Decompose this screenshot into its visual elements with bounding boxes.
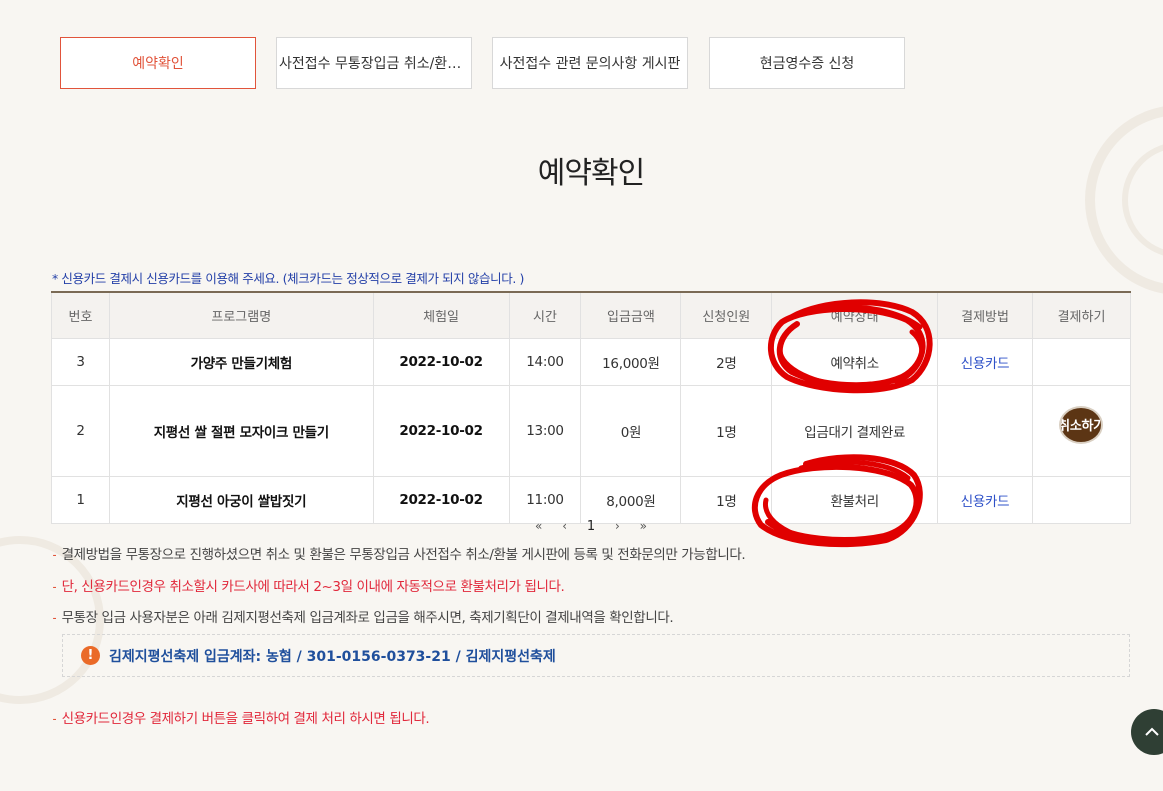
bullet-icon: ⁃ [52, 583, 57, 594]
tab-cash-receipt[interactable]: 현금영수증 신청 [709, 37, 905, 89]
row-no: 2 [51, 385, 110, 477]
tab-cancel-refund-board[interactable]: 사전접수 무통장입금 취소/환불 게시판 [276, 37, 472, 89]
header-pay-action: 결제하기 [1031, 291, 1132, 339]
table-header-row: 번호 프로그램명 체험일 시간 입금금액 신청인원 예약상태 결제방법 결제하기 [51, 291, 1132, 339]
header-status: 예약상태 [771, 291, 939, 339]
first-page-button[interactable]: « [535, 519, 542, 533]
current-page[interactable]: 1 [587, 519, 595, 534]
row-status: 예약취소 [771, 338, 939, 386]
row-amount: 8,000원 [580, 476, 682, 524]
row-pay-action [1031, 476, 1132, 524]
chevron-up-icon [1145, 727, 1159, 736]
header-amount: 입금금액 [580, 291, 682, 339]
row-pay-action [1031, 338, 1132, 386]
row-no: 1 [51, 476, 110, 524]
warning-icon: ! [81, 646, 100, 665]
note-card-refund: ⁃ 단, 신용카드인경우 취소할시 카드사에 따라서 2~3일 이내에 자동적으로… [52, 579, 565, 595]
reservation-table: 번호 프로그램명 체험일 시간 입금금액 신청인원 예약상태 결제방법 결제하기… [51, 291, 1132, 524]
header-no: 번호 [51, 291, 110, 339]
row-pay-method: 신용카드 [937, 338, 1033, 386]
row-program: 가양주 만들기체험 [108, 338, 374, 386]
next-page-button[interactable]: › [615, 519, 620, 533]
row-program: 지평선 쌀 절편 모자이크 만들기 [108, 385, 374, 477]
pagination: « ‹ 1 › » [0, 519, 1163, 534]
row-date: 2022-10-02 [372, 338, 510, 386]
row-no: 3 [51, 338, 110, 386]
table-row: 2 지평선 쌀 절편 모자이크 만들기 2022-10-02 13:00 0원 … [51, 385, 1132, 477]
cancel-button[interactable]: 취소하기 [1059, 405, 1104, 444]
row-time: 14:00 [508, 338, 582, 386]
row-date: 2022-10-02 [372, 476, 510, 524]
row-date: 2022-10-02 [372, 385, 510, 477]
tab-inquiry-board[interactable]: 사전접수 관련 문의사항 게시판 [492, 37, 688, 89]
header-people: 신청인원 [680, 291, 773, 339]
note-refund-board: ⁃ 결제방법을 무통장으로 진행하셨으면 취소 및 환불은 무통장입금 사전접수 … [52, 547, 746, 563]
account-info-text: 김제지평선축제 입금계좌: 농협 / 301-0156-0373-21 / 김제… [109, 648, 556, 665]
prev-page-button[interactable]: ‹ [562, 519, 567, 533]
header-date: 체험일 [372, 291, 510, 339]
row-people: 1명 [680, 385, 773, 477]
row-time: 13:00 [508, 385, 582, 477]
row-amount: 0원 [580, 385, 682, 477]
header-program: 프로그램명 [108, 291, 374, 339]
last-page-button[interactable]: » [640, 519, 647, 533]
tab-reservation-check[interactable]: 예약확인 [60, 37, 256, 89]
row-amount: 16,000원 [580, 338, 682, 386]
row-time: 11:00 [508, 476, 582, 524]
card-payment-notice: * 신용카드 결제시 신용카드를 이용해 주세요. (체크카드는 정상적으로 결… [52, 271, 524, 286]
table-row: 3 가양주 만들기체험 2022-10-02 14:00 16,000원 2명 … [51, 338, 1132, 386]
header-pay-method: 결제방법 [937, 291, 1033, 339]
row-pay-action: 취소하기 [1031, 385, 1132, 477]
table-row: 1 지평선 아궁이 쌀밥짓기 2022-10-02 11:00 8,000원 1… [51, 476, 1132, 524]
page-title: 예약확인 [537, 156, 645, 191]
bullet-icon: ⁃ [52, 614, 57, 625]
row-pay-method [937, 385, 1033, 477]
row-people: 1명 [680, 476, 773, 524]
account-info-box: ! 김제지평선축제 입금계좌: 농협 / 301-0156-0373-21 / … [62, 634, 1130, 677]
bullet-icon: ⁃ [52, 715, 57, 726]
note-bank-transfer: ⁃ 무통장 입금 사용자분은 아래 김제지평선축제 입금계좌로 입금을 해주시면,… [52, 610, 674, 626]
note-card-payment: ⁃ 신용카드인경우 결제하기 버튼을 클릭하여 결제 처리 하시면 됩니다. [52, 711, 430, 727]
scroll-top-button[interactable] [1131, 709, 1163, 755]
header-time: 시간 [508, 291, 582, 339]
row-status: 환불처리 [771, 476, 939, 524]
bullet-icon: ⁃ [52, 551, 57, 562]
row-status: 입금대기 결제완료 [771, 385, 939, 477]
row-pay-method: 신용카드 [937, 476, 1033, 524]
row-people: 2명 [680, 338, 773, 386]
row-program: 지평선 아궁이 쌀밥짓기 [108, 476, 374, 524]
